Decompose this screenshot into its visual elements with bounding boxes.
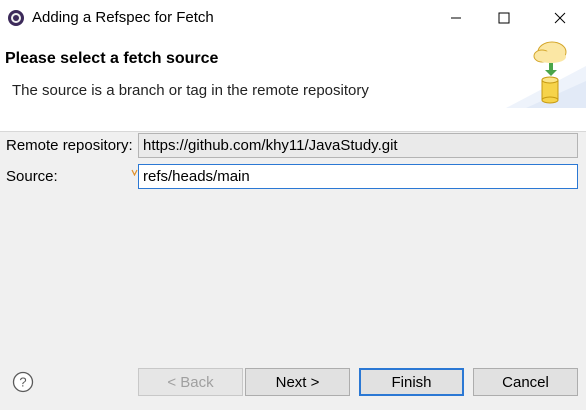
cancel-button[interactable]: Cancel <box>473 368 578 396</box>
remote-repository-field: https://github.com/khy11/JavaStudy.git <box>138 133 578 158</box>
title-bar: Adding a Refspec for Fetch <box>0 0 586 36</box>
finish-button[interactable]: Finish <box>359 368 464 396</box>
page-description: The source is a branch or tag in the rem… <box>12 82 369 99</box>
maximize-icon <box>498 12 510 24</box>
maximize-button[interactable] <box>478 0 530 36</box>
next-button[interactable]: Next > <box>245 368 350 396</box>
minimize-button[interactable] <box>430 0 482 36</box>
remote-repository-label: Remote repository: <box>6 137 133 154</box>
cloud-download-database-icon <box>506 36 586 108</box>
help-icon[interactable]: ? <box>12 371 34 393</box>
minimize-icon <box>451 17 461 19</box>
source-label: Source: <box>6 168 58 185</box>
window-title: Adding a Refspec for Fetch <box>32 9 214 26</box>
content-assist-icon <box>131 163 138 177</box>
close-button[interactable] <box>534 0 586 36</box>
page-title: Please select a fetch source <box>5 50 219 67</box>
close-icon <box>554 12 566 24</box>
source-input[interactable] <box>138 164 578 189</box>
wizard-header: Please select a fetch source The source … <box>0 36 586 132</box>
eclipse-app-icon <box>7 9 25 27</box>
svg-text:?: ? <box>19 375 26 390</box>
back-button[interactable]: < Back <box>138 368 243 396</box>
